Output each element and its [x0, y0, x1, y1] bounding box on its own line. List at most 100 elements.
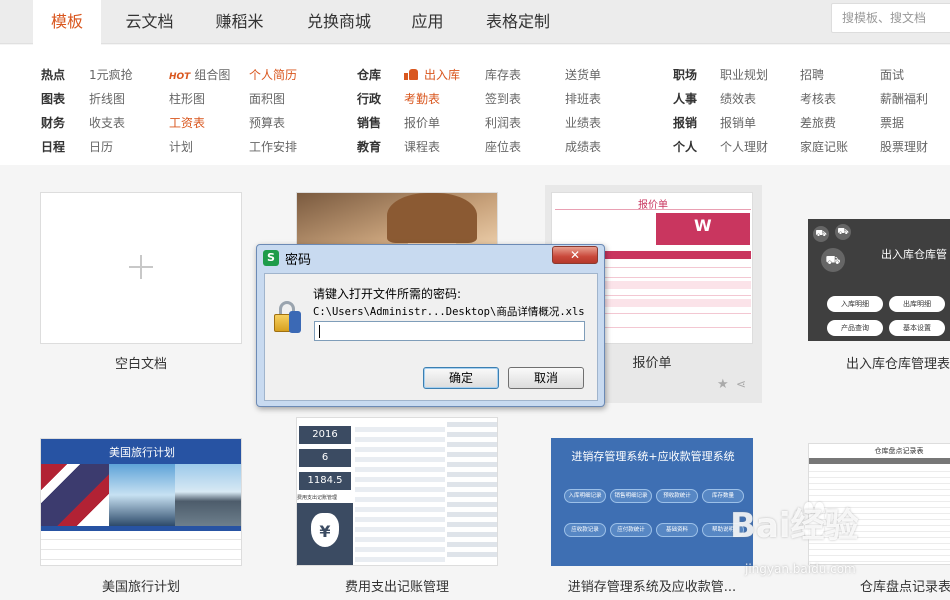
- category-head-hr[interactable]: 人事: [673, 91, 697, 107]
- close-button[interactable]: ✕: [552, 246, 598, 264]
- usa-inner-title: 美国旅行计划: [109, 446, 175, 459]
- tab-apps[interactable]: 应用: [400, 0, 455, 44]
- category-item-label: 出入库: [424, 68, 461, 82]
- category-item[interactable]: 座位表: [485, 139, 521, 155]
- category-head-warehouse[interactable]: 仓库: [357, 67, 381, 83]
- cancel-button[interactable]: 取消: [508, 367, 584, 389]
- category-item[interactable]: 排班表: [565, 91, 601, 107]
- category-head-personal[interactable]: 个人: [673, 139, 697, 155]
- lock-key-icon: [273, 301, 303, 333]
- category-head-charts[interactable]: 图表: [41, 91, 65, 107]
- stocktake-inner-title: 仓库盘点记录表: [874, 447, 924, 455]
- category-item[interactable]: 差旅费: [800, 115, 836, 131]
- category-head-career[interactable]: 职场: [673, 67, 697, 83]
- tab-templates[interactable]: 模板: [33, 0, 101, 45]
- category-item[interactable]: 柱形图: [169, 91, 205, 107]
- category-item[interactable]: 利润表: [485, 115, 521, 131]
- category-item[interactable]: 股票理财: [880, 139, 928, 155]
- category-item[interactable]: 业绩表: [565, 115, 601, 131]
- category-item-combo-chart[interactable]: HOT 组合图: [169, 67, 230, 85]
- tab-exchange-mall[interactable]: 兑换商城: [295, 0, 383, 44]
- category-item[interactable]: 课程表: [404, 139, 440, 155]
- category-item[interactable]: 个人理财: [720, 139, 768, 155]
- table-header-bar: [809, 458, 950, 464]
- category-item[interactable]: 送货单: [565, 67, 601, 83]
- blank-document-thumbnail: [40, 192, 242, 344]
- category-head-finance[interactable]: 财务: [41, 115, 65, 131]
- category-item[interactable]: 报价单: [404, 115, 440, 131]
- pill-button: 预收款统计: [656, 489, 698, 503]
- brand-logo-w: W: [694, 216, 712, 235]
- category-head-sales[interactable]: 销售: [357, 115, 381, 131]
- share-icon[interactable]: ⋖: [736, 377, 746, 391]
- ok-button[interactable]: 确定: [423, 367, 499, 389]
- category-head-hot[interactable]: 热点: [41, 67, 65, 83]
- category-item[interactable]: 绩效表: [720, 91, 756, 107]
- category-head-reimburse[interactable]: 报销: [673, 115, 697, 131]
- category-item[interactable]: 家庭记账: [800, 139, 848, 155]
- divider: [555, 209, 751, 210]
- category-item[interactable]: 预算表: [249, 115, 285, 131]
- category-head-admin[interactable]: 行政: [357, 91, 381, 107]
- thumbs-up-icon: [404, 68, 418, 80]
- category-item[interactable]: 考核表: [800, 91, 836, 107]
- plus-icon: [129, 255, 153, 279]
- basic-settings-button: 基本设置: [889, 320, 945, 336]
- tab-earn-rice[interactable]: 赚稻米: [202, 0, 277, 44]
- template-caption: 空白文档: [114, 357, 167, 372]
- category-item-label: 组合图: [194, 68, 231, 82]
- pill-button: 入库明细记录: [564, 489, 606, 503]
- ledger-table: [355, 422, 445, 562]
- table-header-bar: [41, 526, 241, 531]
- pill-button: 销售明细记录: [610, 489, 652, 503]
- hot-badge: HOT: [169, 72, 191, 82]
- category-item[interactable]: 日历: [89, 139, 113, 155]
- wps-app-icon: S: [263, 250, 279, 266]
- password-input[interactable]: [314, 321, 585, 341]
- pill-button: 应收款记录: [564, 523, 606, 537]
- category-item[interactable]: 成绩表: [565, 139, 601, 155]
- tab-custom-sheets[interactable]: 表格定制: [474, 0, 562, 44]
- category-item[interactable]: 计划: [169, 139, 193, 155]
- category-item[interactable]: 薪酬福利: [880, 91, 928, 107]
- dialog-title: 密码: [285, 253, 312, 268]
- product-query-button: 产品查询: [827, 320, 883, 336]
- hair-shape: [387, 193, 477, 243]
- tab-cloud-docs[interactable]: 云文档: [112, 0, 187, 44]
- category-head-schedule[interactable]: 日程: [41, 139, 65, 155]
- file-path: C:\Users\Administr...Desktop\商品详情概况.xls: [313, 306, 585, 318]
- category-item[interactable]: 签到表: [485, 91, 521, 107]
- category-item[interactable]: 票据: [880, 115, 904, 131]
- category-item[interactable]: 收支表: [89, 115, 125, 131]
- top-nav: 模板 云文档 赚稻米 兑换商城 应用 表格定制 搜模板、搜文档: [0, 0, 950, 45]
- category-item-payroll[interactable]: 工资表: [169, 115, 205, 131]
- month-box: 6: [299, 449, 351, 467]
- money-bag-icon: ¥: [311, 513, 339, 547]
- inventory-thumbnail: 进销存管理系统+应收款管理系统 入库明细记录 销售明细记录 预收款统计 库存数量…: [551, 438, 753, 566]
- category-item-attendance[interactable]: 考勤表: [404, 91, 440, 107]
- category-head-education[interactable]: 教育: [357, 139, 381, 155]
- search-input[interactable]: 搜模板、搜文档: [831, 3, 950, 33]
- category-item[interactable]: 职业规划: [720, 67, 768, 83]
- city-skyline-image: [175, 464, 241, 526]
- dialog-titlebar[interactable]: S 密码 ✕: [257, 245, 604, 271]
- category-item[interactable]: 面积图: [249, 91, 285, 107]
- category-item[interactable]: 1元疯抢: [89, 67, 133, 83]
- category-item[interactable]: 面试: [880, 67, 904, 83]
- inbound-detail-button: 入库明细: [827, 296, 883, 312]
- cart-icon: ⛟: [835, 224, 851, 240]
- category-item[interactable]: 折线图: [89, 91, 125, 107]
- warehouse-inner-title: 出入库仓库管: [881, 248, 947, 261]
- category-item[interactable]: 报销单: [720, 115, 756, 131]
- category-item[interactable]: 工作安排: [249, 139, 297, 155]
- category-item-resume[interactable]: 个人简历: [249, 67, 297, 83]
- category-item-in-out[interactable]: 出入库: [404, 67, 460, 83]
- cart-icon: ⛟: [813, 226, 829, 242]
- eagle-image: [109, 464, 175, 526]
- category-item[interactable]: 招聘: [800, 67, 824, 83]
- expense-inner-title: 费用支出记账管理: [297, 495, 338, 501]
- star-icon[interactable]: ★: [717, 377, 729, 392]
- title-bar: 美国旅行计划: [41, 439, 241, 464]
- template-caption: 美国旅行计划: [101, 580, 180, 595]
- category-item[interactable]: 库存表: [485, 67, 521, 83]
